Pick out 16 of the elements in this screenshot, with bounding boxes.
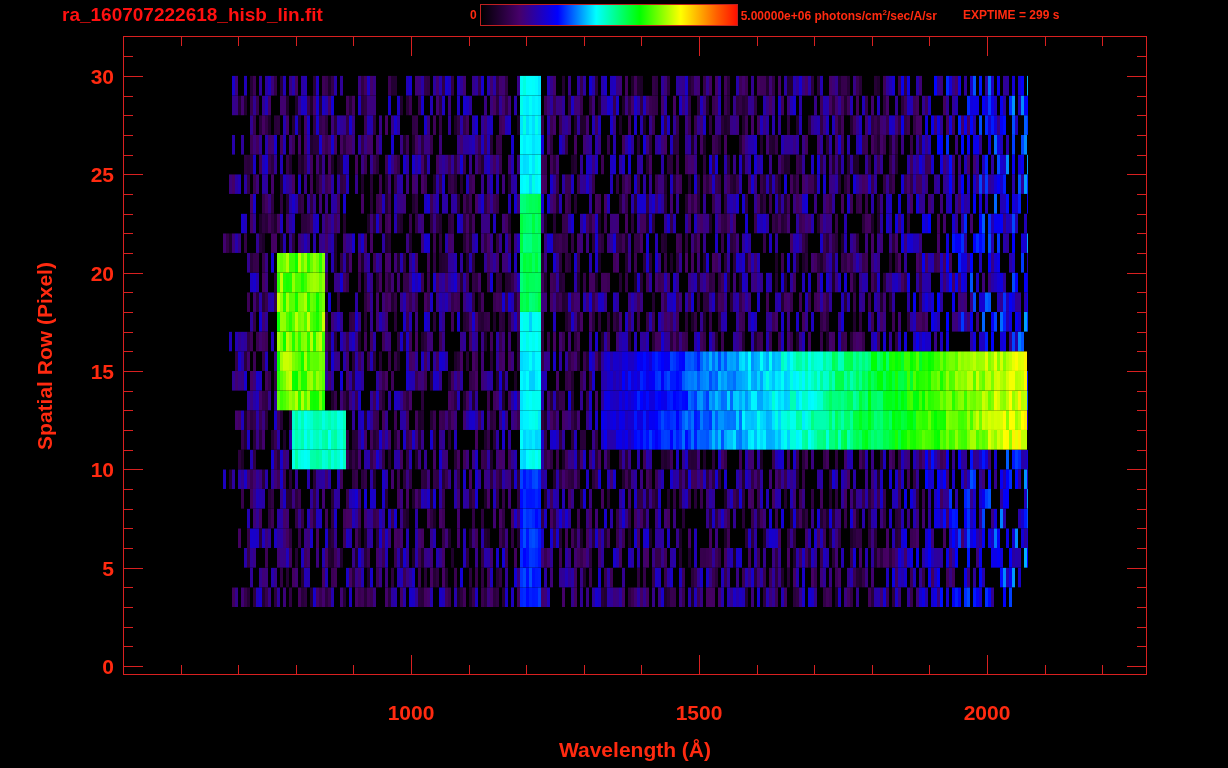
axis-tick-label: 0 — [102, 655, 114, 678]
axis-tick-label: 1000 — [387, 701, 435, 724]
color-scale-min-label: 0 — [470, 8, 477, 22]
axis-tick-label: 30 — [90, 64, 114, 88]
axis-tick-label: 2000 — [963, 701, 1011, 724]
x-axis-title: Wavelength (Å) — [558, 738, 712, 761]
axis-tick-label: 20 — [90, 261, 114, 285]
axis-tick-label: 1500 — [675, 701, 723, 724]
plot-title: ra_160707222618_hisb_lin.fit — [62, 4, 324, 26]
exposure-time-label: EXPTIME = 299 s — [962, 7, 1060, 24]
axis-tick-label: 25 — [90, 163, 114, 187]
axis-tick-label: 10 — [90, 458, 114, 482]
axis-tick-label: 5 — [102, 556, 114, 580]
color-scale-max-label: 5.00000e+06 photons/cm$^{2}$/sec/A/sr — [740, 7, 937, 23]
axis-tick-label: 15 — [90, 359, 114, 383]
y-axis-title: Spatial Row (Pixel) — [33, 262, 56, 450]
